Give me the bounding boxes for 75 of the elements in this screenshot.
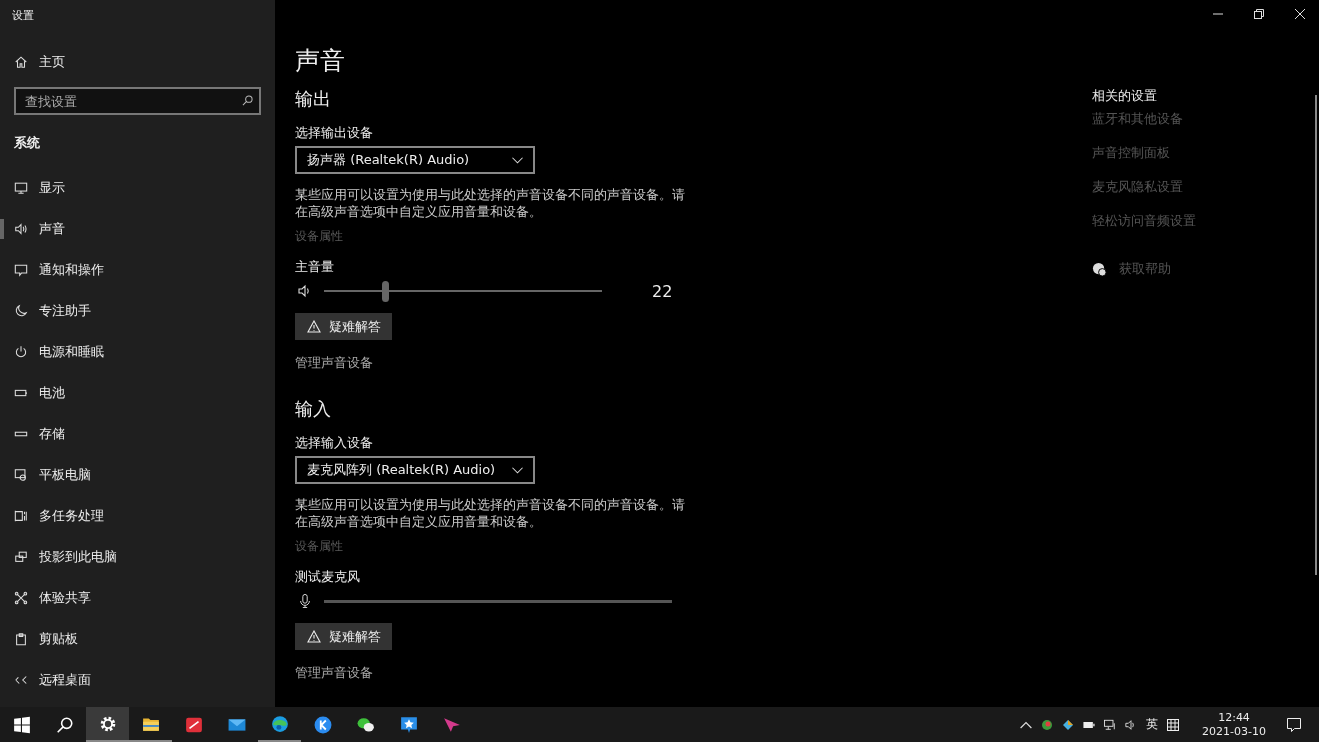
nav-item[interactable]: 显示: [0, 167, 275, 208]
app-tray-icon[interactable]: [1041, 718, 1054, 731]
help-chat-icon: [1092, 261, 1107, 277]
meter-label: 测试麦克风: [295, 568, 361, 586]
project-icon: [14, 549, 28, 564]
nav-item[interactable]: 多任务处理: [0, 495, 275, 536]
nav-item[interactable]: 体验共享: [0, 577, 275, 618]
chevron-down-icon: [512, 466, 523, 474]
chat-bubbles-icon[interactable]: [356, 715, 375, 734]
star-icon[interactable]: [399, 715, 418, 734]
taskbar-button[interactable]: [86, 707, 129, 742]
troubleshoot-button[interactable]: 疑难解答: [295, 313, 392, 340]
window-title: 设置: [11, 8, 35, 24]
clipboard-icon: [14, 631, 28, 646]
microphone-icon: [298, 594, 312, 608]
input-language[interactable]: 英: [1146, 716, 1159, 733]
section-heading: 输出: [295, 87, 332, 111]
home-link[interactable]: 主页: [0, 41, 275, 83]
related-settings-heading: 相关的设置: [1092, 87, 1158, 105]
section-heading: 系统: [13, 134, 41, 152]
description-text: 某些应用可以设置为使用与此处选择的声音设备不同的声音设备。请在高级声音选项中自定义应用音量和设备。: [295, 496, 686, 530]
network-icon[interactable]: [1104, 718, 1117, 731]
app-icon[interactable]: [313, 715, 332, 734]
display-icon: [14, 180, 28, 195]
field-label: 选择输出设备: [295, 124, 374, 142]
field-label: 选择输入设备: [295, 434, 374, 452]
chevron-down-icon: [512, 156, 523, 164]
moon-icon: [14, 303, 28, 318]
warning-icon: [307, 320, 321, 333]
description-text: 某些应用可以设置为使用与此处选择的声音设备不同的声音设备。请在高级声音选项中自定义应用音量和设备。: [295, 186, 686, 220]
home-icon: [14, 55, 28, 69]
meter-label: 主音量: [295, 258, 335, 276]
section-heading: 输入: [295, 397, 332, 421]
manage-devices-link[interactable]: 管理声音设备: [295, 354, 715, 371]
share-icon: [14, 590, 28, 605]
nav-item[interactable]: 存储: [0, 413, 275, 454]
sound-icon: [14, 221, 28, 236]
browser-icon[interactable]: [270, 714, 289, 733]
page-title: 声音: [295, 45, 346, 77]
nav-item[interactable]: 声音: [0, 208, 275, 249]
speaker-icon: [298, 284, 312, 298]
app-tray-icon[interactable]: [1062, 718, 1075, 731]
nav-item[interactable]: 投影到此电脑: [0, 536, 275, 577]
device-dropdown[interactable]: 扬声器 (Realtek(R) Audio): [295, 146, 535, 174]
nav-item[interactable]: 专注助手: [0, 290, 275, 331]
app-icon[interactable]: [184, 715, 203, 734]
clock-date[interactable]: 2021-03-10: [1202, 724, 1266, 739]
device-dropdown[interactable]: 麦克风阵列 (Realtek(R) Audio): [295, 456, 535, 484]
search-icon[interactable]: [55, 715, 74, 734]
nav-item[interactable]: 远程桌面: [0, 659, 275, 700]
troubleshoot-button[interactable]: 疑难解答: [295, 623, 392, 650]
notification-icon[interactable]: [1287, 717, 1301, 732]
close-icon[interactable]: [1295, 9, 1305, 19]
restore-icon[interactable]: [1254, 9, 1264, 19]
clock-time[interactable]: 12:44: [1218, 710, 1250, 725]
search-icon: [242, 95, 253, 106]
nav-item[interactable]: 平板电脑: [0, 454, 275, 495]
notification-icon: [14, 262, 28, 277]
multitask-icon: [14, 508, 28, 523]
scrollbar[interactable]: [1315, 95, 1317, 575]
nav-item[interactable]: 剪贴板: [0, 618, 275, 659]
power-icon: [14, 344, 28, 359]
manage-devices-link[interactable]: 管理声音设备: [295, 664, 715, 681]
settings-icon[interactable]: [98, 714, 117, 733]
nav-item[interactable]: 电池: [0, 372, 275, 413]
slider-thumb[interactable]: [382, 280, 390, 302]
nav-item[interactable]: 通知和操作: [0, 249, 275, 290]
warning-icon: [307, 630, 321, 643]
windows-logo-icon[interactable]: [12, 715, 31, 734]
grid-icon[interactable]: [1167, 718, 1180, 731]
nav-item[interactable]: 电源和睡眠: [0, 331, 275, 372]
volume-value: 22: [652, 281, 673, 301]
tablet-icon: [14, 467, 28, 482]
paper-plane-icon[interactable]: [442, 715, 461, 734]
search-field[interactable]: 查找设置: [14, 87, 261, 115]
